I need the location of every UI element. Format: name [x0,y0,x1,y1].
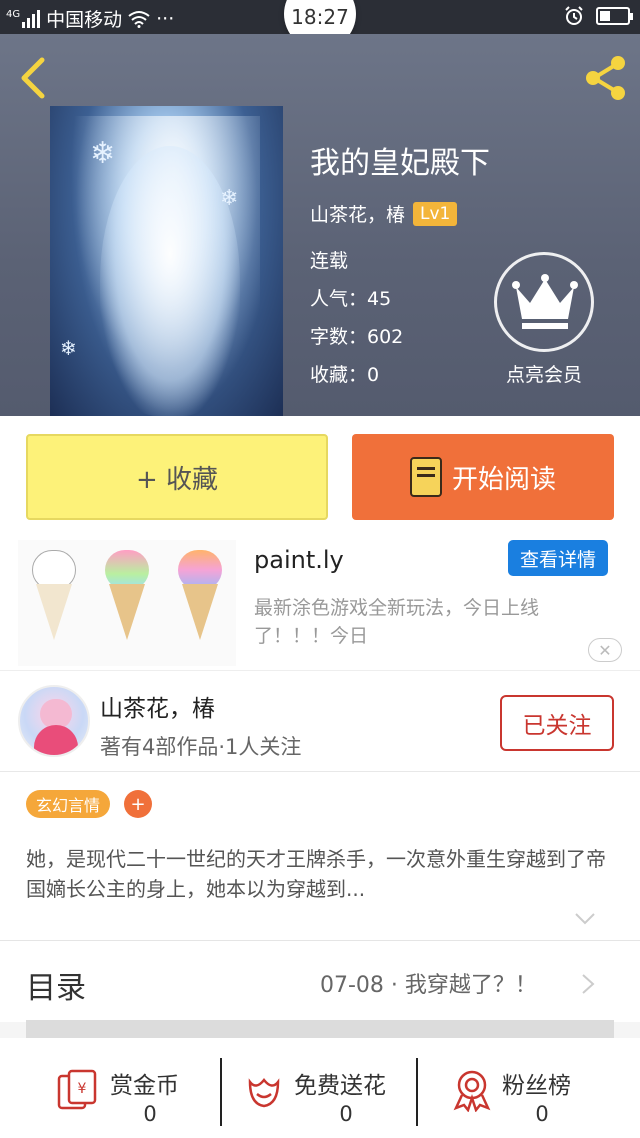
author-name[interactable]: 山茶花，椿 [100,689,215,723]
synopsis-section: 玄幻言情 + 她，是现代二十一世纪的天才王牌杀手，一次意外重生穿越到了帝国嫡长公… [0,772,640,940]
fan-ranking-stat[interactable]: 粉丝榜 0 [420,1038,620,1138]
table-of-contents-row[interactable]: 目录 07-08 · 我穿越了？！ [0,940,640,1022]
ad-description[interactable]: 最新涂色游戏全新玩法，今日上线了！！！今日 [254,594,614,650]
clock-time: 18:27 [291,5,349,29]
follow-button[interactable]: 已关注 [500,695,614,751]
battery-icon [596,7,633,25]
book-icon [409,457,442,497]
svg-text:¥: ¥ [78,1081,87,1097]
snowflake-icon: ❄ [90,136,116,171]
book-word-count: 字数：602 [310,326,404,348]
free-flowers-count: 0 [339,1102,353,1126]
share-icon[interactable] [580,52,630,104]
book-author-row: 山茶花，椿 Lv1 [310,200,458,227]
vip-button[interactable]: 点亮会员 [492,252,596,387]
chevron-right-icon[interactable] [580,973,596,995]
ice-cream-icon [170,546,230,658]
collect-button[interactable]: + 收藏 [26,434,328,520]
signal-icon: 4G [6,8,41,28]
level-badge: Lv1 [413,201,458,226]
red-envelope-icon: ¥ [57,1069,97,1110]
start-reading-label: 开始阅读 [451,464,556,495]
chevron-down-icon[interactable] [574,912,596,926]
author-stats: 著有4部作品·1人关注 [100,735,302,759]
status-bar: 4G 中国移动 ··· 18:27 [0,0,640,50]
book-status: 连载 [310,250,349,272]
ad-close-icon[interactable]: ✕ [588,638,622,662]
add-tag-button[interactable]: + [124,790,152,818]
book-favorites: 收藏：0 [310,364,380,386]
back-arrow-icon[interactable] [12,54,56,102]
free-flowers-label: 免费送花 [294,1073,386,1099]
ice-cream-icon [97,546,157,658]
book-popularity: 人气：45 [310,288,392,310]
book-title: 我的皇妃殿下 [310,146,490,181]
ribbon-badge-icon [453,1070,491,1112]
flower-icon [248,1077,280,1108]
fan-ranking-label: 粉丝榜 [502,1073,571,1099]
ad-title[interactable]: paint.ly [254,546,344,574]
ad-image[interactable] [18,540,236,666]
start-reading-button[interactable]: 开始阅读 [352,434,614,520]
genre-tag[interactable]: 玄幻言情 [26,790,111,818]
avatar[interactable] [18,685,90,757]
wifi-icon [128,10,150,28]
section-divider [26,1020,614,1038]
snowflake-icon: ❄ [220,186,239,211]
action-bar: + 收藏 开始阅读 [0,416,640,536]
snowflake-icon: ❄ [60,336,77,360]
ad-banner[interactable]: paint.ly 查看详情 最新涂色游戏全新玩法，今日上线了！！！今日 ✕ [0,536,640,670]
bottom-stats-bar: ¥ 赏金币 0 免费送花 0 粉丝榜 0 [0,1038,640,1138]
ad-detail-button[interactable]: 查看详情 [508,540,608,576]
crown-icon [512,274,578,329]
fan-ranking-count: 0 [535,1102,549,1126]
more-dots: ··· [156,7,175,30]
divider [416,1058,418,1126]
carrier-name: 中国移动 [46,9,123,31]
toc-title: 目录 [26,971,86,1006]
alarm-icon [565,6,583,25]
latest-chapter[interactable]: 07-08 · 我穿越了？！ [320,967,537,999]
cover-figure [100,146,240,416]
free-flowers-stat[interactable]: 免费送花 0 [224,1038,424,1138]
divider [220,1058,222,1126]
ice-cream-icon [24,546,84,658]
book-cover[interactable]: ❄ ❄ ❄ [50,106,283,416]
vip-label: 点亮会员 [505,364,582,386]
book-author[interactable]: 山茶花，椿 [310,200,405,227]
reward-coins-label: 赏金币 [110,1073,179,1099]
synopsis-text[interactable]: 她，是现代二十一世纪的天才王牌杀手，一次意外重生穿越到了帝国嫡长公主的身上，她本… [26,844,606,906]
reward-coins-stat[interactable]: ¥ 赏金币 0 [0,1038,200,1138]
book-hero: ❄ ❄ ❄ 我的皇妃殿下 山茶花，椿 Lv1 连载 人气：45 字数：602 收… [0,34,640,416]
reward-coins-count: 0 [143,1102,157,1126]
network-type: 4G [6,8,21,20]
vip-circle [494,252,594,352]
author-card[interactable]: 山茶花，椿 著有4部作品·1人关注 已关注 [0,670,640,772]
